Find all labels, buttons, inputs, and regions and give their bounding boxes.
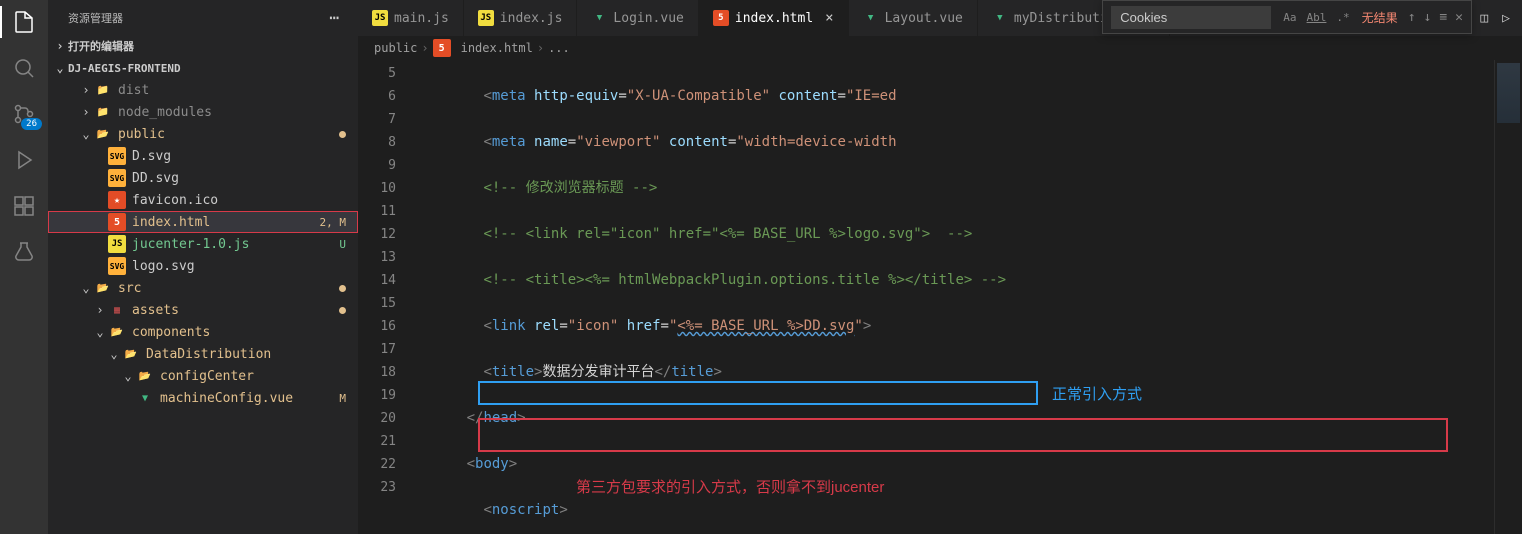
file-item[interactable]: JSjucenter-1.0.jsU xyxy=(48,233,358,255)
find-prev-icon[interactable]: ↑ xyxy=(1408,10,1416,25)
find-result: 无结果 xyxy=(1362,9,1398,26)
svg-icon: SVG xyxy=(108,257,126,275)
explorer-sidebar: 资源管理器 ⋯ › 打开的编辑器 ⌄ DJ-AEGIS-FRONTEND ›📁d… xyxy=(48,0,358,534)
extensions-icon[interactable] xyxy=(10,192,38,220)
js-icon: JS xyxy=(108,235,126,253)
folder-icon: 📂 xyxy=(108,323,126,341)
find-next-icon[interactable]: ↓ xyxy=(1424,10,1432,25)
folder-item[interactable]: ⌄📂public xyxy=(48,123,358,145)
annotation-red: 第三方包要求的引入方式，否则拿不到jucenter xyxy=(576,476,884,499)
annotation-blue: 正常引入方式 xyxy=(1052,383,1142,406)
file-item[interactable]: SVGDD.svg xyxy=(48,167,358,189)
html-icon: 5 xyxy=(108,213,126,231)
folder-item[interactable]: ⌄📂components xyxy=(48,321,358,343)
regex-icon[interactable]: .* xyxy=(1334,9,1351,26)
open-editors-header[interactable]: › 打开的编辑器 xyxy=(48,35,358,57)
tab-main.js[interactable]: JSmain.js xyxy=(358,0,464,36)
source-control-icon[interactable]: 26 xyxy=(10,100,38,128)
vue-icon: ▼ xyxy=(136,389,154,407)
folder-icon: 📂 xyxy=(94,125,112,143)
chevron-right-icon: › xyxy=(52,39,68,53)
close-icon[interactable]: × xyxy=(825,10,833,26)
assets-icon: ▦ xyxy=(108,301,126,319)
find-selection-icon[interactable]: ≡ xyxy=(1439,10,1447,25)
folder-item[interactable]: ›▦assets xyxy=(48,299,358,321)
project-header[interactable]: ⌄ DJ-AEGIS-FRONTEND xyxy=(48,57,358,79)
find-input[interactable] xyxy=(1111,6,1271,29)
match-word-icon[interactable]: Abl xyxy=(1305,9,1329,26)
svg-icon: SVG xyxy=(108,169,126,187)
debug-icon[interactable] xyxy=(10,146,38,174)
folder-item[interactable]: ›📁node_modules xyxy=(48,101,358,123)
folder-item[interactable]: ›📁dist xyxy=(48,79,358,101)
file-item[interactable]: 5index.html2, M xyxy=(48,211,358,233)
file-item[interactable]: ▼machineConfig.vueM xyxy=(48,387,358,409)
match-case-icon[interactable]: Aa xyxy=(1281,9,1298,26)
more-icon[interactable]: ▷ xyxy=(1502,11,1510,26)
activity-bar: 26 xyxy=(0,0,48,534)
file-item[interactable]: ★favicon.ico xyxy=(48,189,358,211)
sidebar-header: 资源管理器 ⋯ xyxy=(48,0,358,35)
breadcrumb[interactable]: public› 5 index.html› ... xyxy=(358,36,1522,60)
sidebar-more-icon[interactable]: ⋯ xyxy=(329,8,340,27)
file-tree: ›📁dist›📁node_modules⌄📂publicSVGD.svgSVGD… xyxy=(48,79,358,534)
folder-item[interactable]: ⌄📂configCenter xyxy=(48,365,358,387)
folder-icon: 📂 xyxy=(122,345,140,363)
folder-icon: 📂 xyxy=(94,279,112,297)
favicon-icon: ★ xyxy=(108,191,126,209)
editor-area: JSmain.jsJSindex.js▼Login.vue5index.html… xyxy=(358,0,1522,534)
tab-index.html[interactable]: 5index.html× xyxy=(699,0,849,36)
split-icon[interactable]: ◫ xyxy=(1480,11,1488,26)
folder-item[interactable]: ⌄📂DataDistribution xyxy=(48,343,358,365)
file-item[interactable]: SVGD.svg xyxy=(48,145,358,167)
line-gutter: 567891011121314151617181920212223 xyxy=(358,60,416,534)
explorer-icon[interactable] xyxy=(10,8,38,36)
folder-icon: 📂 xyxy=(136,367,154,385)
search-icon[interactable] xyxy=(10,54,38,82)
folder-icon: 📁 xyxy=(94,81,112,99)
find-widget: Aa Abl .* 无结果 ↑ ↓ ≡ ✕ xyxy=(1102,0,1472,34)
folder-item[interactable]: ⌄📂src xyxy=(48,277,358,299)
chevron-down-icon: ⌄ xyxy=(52,61,68,75)
find-close-icon[interactable]: ✕ xyxy=(1455,10,1463,25)
tab-Layout.vue[interactable]: ▼Layout.vue xyxy=(849,0,978,36)
svg-icon: SVG xyxy=(108,147,126,165)
code-editor[interactable]: <meta http-equiv="X-UA-Compatible" conte… xyxy=(416,60,1494,534)
annotation-box-blue xyxy=(478,381,1038,405)
scm-badge: 26 xyxy=(21,118,42,130)
sidebar-title: 资源管理器 xyxy=(68,10,123,26)
tab-Login.vue[interactable]: ▼Login.vue xyxy=(577,0,698,36)
testing-icon[interactable] xyxy=(10,238,38,266)
folder-icon: 📁 xyxy=(94,103,112,121)
file-item[interactable]: SVGlogo.svg xyxy=(48,255,358,277)
tab-index.js[interactable]: JSindex.js xyxy=(464,0,578,36)
html-icon: 5 xyxy=(433,39,451,57)
minimap[interactable] xyxy=(1494,60,1522,534)
